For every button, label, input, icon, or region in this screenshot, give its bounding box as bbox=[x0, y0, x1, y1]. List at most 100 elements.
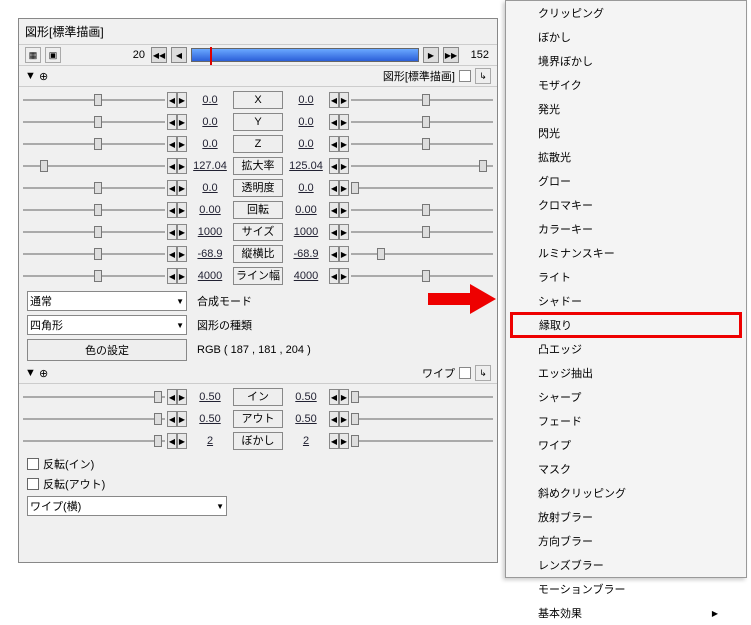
slider[interactable] bbox=[351, 245, 493, 263]
seek-next-fast-icon[interactable]: ▶▶ bbox=[443, 47, 459, 63]
menu-item[interactable]: モーションブラー bbox=[506, 577, 746, 601]
menu-item[interactable]: ルミナンスキー bbox=[506, 241, 746, 265]
stepper[interactable]: ◀▶ bbox=[329, 114, 349, 130]
step-left-icon[interactable]: ◀ bbox=[167, 92, 177, 108]
step-right-icon[interactable]: ▶ bbox=[177, 92, 187, 108]
step-right-icon[interactable]: ▶ bbox=[177, 246, 187, 262]
menu-item[interactable]: フェード bbox=[506, 409, 746, 433]
step-right-icon[interactable]: ▶ bbox=[339, 411, 349, 427]
step-left-icon[interactable]: ◀ bbox=[329, 202, 339, 218]
menu-item[interactable]: 凸エッジ bbox=[506, 337, 746, 361]
param-name-button[interactable]: ぼかし bbox=[233, 432, 283, 450]
param-value-right[interactable]: 1000 bbox=[285, 226, 327, 238]
step-right-icon[interactable]: ▶ bbox=[177, 202, 187, 218]
param-name-button[interactable]: ライン幅 bbox=[233, 267, 283, 285]
step-right-icon[interactable]: ▶ bbox=[177, 433, 187, 449]
section-enable-checkbox[interactable] bbox=[459, 70, 471, 82]
slider[interactable] bbox=[23, 245, 165, 263]
slider[interactable] bbox=[23, 388, 165, 406]
collapse-icon[interactable]: ▼ bbox=[25, 70, 35, 82]
menu-item[interactable]: 方向ブラー bbox=[506, 529, 746, 553]
param-name-button[interactable]: 回転 bbox=[233, 201, 283, 219]
frame-start[interactable]: 20 bbox=[119, 49, 147, 61]
param-value-left[interactable]: 0.50 bbox=[189, 391, 231, 403]
stepper[interactable]: ◀▶ bbox=[329, 411, 349, 427]
param-name-button[interactable]: Z bbox=[233, 135, 283, 153]
stepper[interactable]: ◀▶ bbox=[167, 268, 187, 284]
param-value-left[interactable]: 2 bbox=[189, 435, 231, 447]
menu-item[interactable]: 発光 bbox=[506, 97, 746, 121]
step-left-icon[interactable]: ◀ bbox=[329, 246, 339, 262]
slider[interactable] bbox=[351, 91, 493, 109]
stepper[interactable]: ◀▶ bbox=[167, 246, 187, 262]
slider[interactable] bbox=[351, 223, 493, 241]
step-left-icon[interactable]: ◀ bbox=[167, 180, 177, 196]
menu-item[interactable]: 閃光 bbox=[506, 121, 746, 145]
step-left-icon[interactable]: ◀ bbox=[167, 246, 177, 262]
param-name-button[interactable]: 透明度 bbox=[233, 179, 283, 197]
stepper[interactable]: ◀▶ bbox=[329, 180, 349, 196]
param-value-right[interactable]: 125.04 bbox=[285, 160, 327, 172]
param-name-button[interactable]: Y bbox=[233, 113, 283, 131]
slider[interactable] bbox=[23, 157, 165, 175]
seek-prev-fast-icon[interactable]: ◀◀ bbox=[151, 47, 167, 63]
step-left-icon[interactable]: ◀ bbox=[167, 136, 177, 152]
param-value-left[interactable]: -68.9 bbox=[189, 248, 231, 260]
menu-item[interactable]: シャドー bbox=[506, 289, 746, 313]
stepper[interactable]: ◀▶ bbox=[329, 136, 349, 152]
anchor-icon[interactable]: ⊕ bbox=[39, 367, 48, 380]
param-value-left[interactable]: 4000 bbox=[189, 270, 231, 282]
menu-item[interactable]: グロー bbox=[506, 169, 746, 193]
param-value-left[interactable]: 127.04 bbox=[189, 160, 231, 172]
param-value-left[interactable]: 0.50 bbox=[189, 413, 231, 425]
shape-type-select[interactable]: 四角形▼ bbox=[27, 315, 187, 335]
stepper[interactable]: ◀▶ bbox=[329, 268, 349, 284]
menu-item[interactable]: 拡散光 bbox=[506, 145, 746, 169]
slider[interactable] bbox=[351, 388, 493, 406]
param-name-button[interactable]: イン bbox=[233, 388, 283, 406]
stepper[interactable]: ◀▶ bbox=[167, 224, 187, 240]
reverse-out-checkbox[interactable] bbox=[27, 478, 39, 490]
slider[interactable] bbox=[351, 157, 493, 175]
param-name-button[interactable]: 縦横比 bbox=[233, 245, 283, 263]
param-value-right[interactable]: 0.0 bbox=[285, 94, 327, 106]
stepper[interactable]: ◀▶ bbox=[167, 136, 187, 152]
step-right-icon[interactable]: ▶ bbox=[177, 114, 187, 130]
stepper[interactable]: ◀▶ bbox=[167, 411, 187, 427]
section-enable-checkbox[interactable] bbox=[459, 367, 471, 379]
param-name-button[interactable]: サイズ bbox=[233, 223, 283, 241]
menu-item[interactable]: ぼかし bbox=[506, 25, 746, 49]
menu-item[interactable]: モザイク bbox=[506, 73, 746, 97]
menu-item[interactable]: 基本効果▶ bbox=[506, 601, 746, 625]
collapse-icon[interactable]: ▼ bbox=[25, 367, 35, 379]
stepper[interactable]: ◀▶ bbox=[167, 114, 187, 130]
step-right-icon[interactable]: ▶ bbox=[339, 433, 349, 449]
slider[interactable] bbox=[23, 410, 165, 428]
param-value-left[interactable]: 0.0 bbox=[189, 94, 231, 106]
menu-item[interactable]: ワイプ bbox=[506, 433, 746, 457]
param-value-right[interactable]: 0.0 bbox=[285, 116, 327, 128]
slider[interactable] bbox=[351, 267, 493, 285]
menu-item[interactable]: マスク bbox=[506, 457, 746, 481]
wipe-type-select[interactable]: ワイプ(横)▼ bbox=[27, 496, 227, 516]
stepper[interactable]: ◀▶ bbox=[167, 389, 187, 405]
slider[interactable] bbox=[23, 91, 165, 109]
param-name-button[interactable]: アウト bbox=[233, 410, 283, 428]
step-left-icon[interactable]: ◀ bbox=[167, 224, 177, 240]
slider[interactable] bbox=[351, 432, 493, 450]
slider[interactable] bbox=[23, 113, 165, 131]
param-value-left[interactable]: 0.0 bbox=[189, 116, 231, 128]
step-right-icon[interactable]: ▶ bbox=[339, 92, 349, 108]
timeline-seekbar[interactable] bbox=[191, 48, 419, 62]
step-left-icon[interactable]: ◀ bbox=[329, 224, 339, 240]
step-right-icon[interactable]: ▶ bbox=[339, 224, 349, 240]
color-settings-button[interactable]: 色の設定 bbox=[27, 339, 187, 361]
step-right-icon[interactable]: ▶ bbox=[339, 136, 349, 152]
step-right-icon[interactable]: ▶ bbox=[339, 268, 349, 284]
frame-end[interactable]: 152 bbox=[463, 49, 491, 61]
step-right-icon[interactable]: ▶ bbox=[339, 114, 349, 130]
step-right-icon[interactable]: ▶ bbox=[177, 389, 187, 405]
step-left-icon[interactable]: ◀ bbox=[167, 389, 177, 405]
step-right-icon[interactable]: ▶ bbox=[339, 158, 349, 174]
param-value-right[interactable]: 0.50 bbox=[285, 391, 327, 403]
